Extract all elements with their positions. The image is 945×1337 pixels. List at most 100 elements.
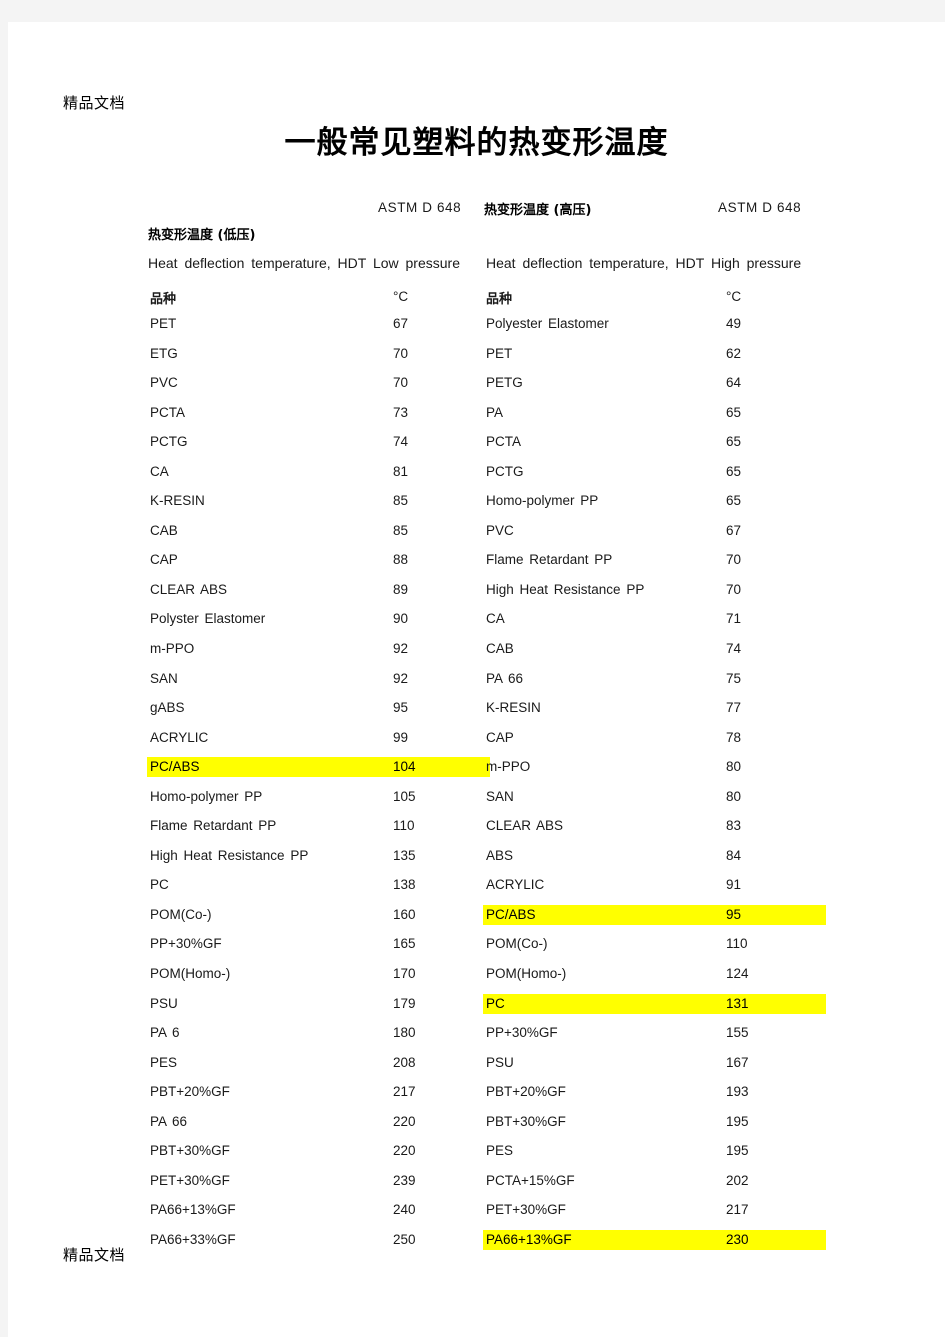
- cell-temperature-value: 92: [393, 670, 409, 686]
- cell-material-name: CA: [150, 463, 169, 479]
- astm-standard-left: ASTM D 648: [378, 200, 462, 215]
- cell-material-name: m-PPO: [486, 759, 531, 775]
- cell-material-name: PSU: [150, 995, 178, 1011]
- cell-material-name: CAB: [486, 641, 514, 657]
- cell-temperature-value: 85: [393, 493, 409, 509]
- cell-material-name: PVC: [150, 375, 178, 391]
- cell-material-name: Polyster Elastomer: [150, 611, 266, 627]
- cell-material-name: POM(Co-): [150, 906, 212, 922]
- cell-temperature-value: 85: [393, 522, 409, 538]
- watermark-top: 精品文档: [63, 94, 126, 112]
- cell-temperature-value: 74: [393, 434, 409, 450]
- column-header-left-name: 品种: [150, 292, 177, 307]
- cell-temperature-value: 70: [393, 345, 409, 361]
- cell-material-name: PC/ABS: [483, 904, 726, 925]
- cell-material-name: PCTG: [486, 463, 524, 479]
- cell-temperature-value: 70: [393, 375, 409, 391]
- cell-temperature-value: 89: [393, 581, 409, 597]
- cell-temperature-value: 180: [393, 1025, 416, 1041]
- cell-temperature-value: 220: [393, 1113, 416, 1129]
- cell-material-name: ACRYLIC: [486, 877, 545, 893]
- column-header-right-name: 品种: [486, 292, 513, 307]
- cell-temperature-value: 105: [393, 788, 416, 804]
- cell-material-name: m-PPO: [150, 641, 195, 657]
- cell-material-name: K-RESIN: [150, 493, 205, 509]
- cell-temperature-value: 80: [726, 788, 742, 804]
- cell-temperature-value: 75: [726, 670, 742, 686]
- cell-material-name: POM(Co-): [486, 936, 548, 952]
- cell-temperature-value: 67: [393, 316, 409, 331]
- cell-material-name: High Heat Resistance PP: [150, 847, 309, 863]
- cell-temperature-value: 65: [726, 493, 742, 509]
- cell-material-name: PVC: [486, 522, 514, 538]
- cell-temperature-value: 95: [393, 700, 409, 716]
- cell-temperature-value: 99: [393, 729, 409, 745]
- cell-material-name: Homo-polymer PP: [150, 788, 263, 804]
- cell-temperature-value: 220: [393, 1143, 416, 1159]
- cell-temperature-value: 124: [726, 966, 749, 982]
- header-english-high-pressure: Heat deflection temperature, HDT High pr…: [486, 255, 802, 271]
- cell-temperature-value: 95: [723, 904, 826, 925]
- cell-material-name: POM(Homo-): [150, 966, 231, 982]
- cell-temperature-value: 83: [726, 818, 742, 834]
- cell-temperature-value: 71: [726, 611, 742, 627]
- cell-temperature-value: 131: [723, 993, 826, 1014]
- cell-material-name: PET+30%GF: [150, 1172, 230, 1188]
- cell-temperature-value: 49: [726, 316, 742, 331]
- cell-material-name: CLEAR ABS: [486, 818, 564, 834]
- cell-temperature-value: 73: [393, 404, 409, 420]
- cell-material-name: CA: [486, 611, 505, 627]
- cell-temperature-value: 80: [726, 759, 742, 775]
- cell-material-name: PET: [486, 345, 513, 361]
- cell-temperature-value: 77: [726, 700, 742, 716]
- cell-material-name: gABS: [150, 700, 185, 716]
- cell-temperature-value: 104: [390, 757, 490, 778]
- cell-temperature-value: 208: [393, 1054, 416, 1070]
- cell-temperature-value: 88: [393, 552, 409, 568]
- cell-material-name: PCTA+15%GF: [486, 1172, 575, 1188]
- cell-material-name: PES: [486, 1143, 514, 1159]
- cell-temperature-value: 250: [393, 1231, 416, 1247]
- cell-temperature-value: 110: [393, 818, 415, 834]
- column-header-right-value: °C: [726, 289, 742, 304]
- cell-temperature-value: 135: [393, 847, 416, 863]
- cell-material-name: High Heat Resistance PP: [486, 581, 645, 597]
- cell-material-name: PET+30%GF: [486, 1202, 566, 1218]
- cell-temperature-value: 78: [726, 729, 742, 745]
- cell-temperature-value: 84: [726, 847, 742, 863]
- cell-temperature-value: 65: [726, 463, 742, 479]
- cell-material-name: PES: [150, 1054, 178, 1070]
- cell-material-name: PCTG: [150, 434, 188, 450]
- cell-material-name: CAB: [150, 522, 178, 538]
- cell-temperature-value: 62: [726, 345, 742, 361]
- cell-temperature-value: 74: [726, 641, 742, 657]
- cell-temperature-value: 65: [726, 404, 742, 420]
- cell-material-name: SAN: [486, 788, 514, 804]
- cell-material-name: PBT+20%GF: [486, 1084, 566, 1100]
- cell-material-name: Homo-polymer PP: [486, 493, 599, 509]
- cell-material-name: PBT+30%GF: [150, 1143, 230, 1159]
- cell-material-name: PETG: [486, 375, 523, 391]
- cell-material-name: PP+30%GF: [150, 936, 222, 952]
- cell-temperature-value: 240: [393, 1202, 416, 1218]
- cell-temperature-value: 81: [393, 463, 409, 479]
- cell-material-name: ETG: [150, 345, 178, 361]
- cell-temperature-value: 92: [393, 641, 409, 657]
- cell-material-name: ABS: [486, 847, 514, 863]
- cell-material-name: PC/ABS: [147, 757, 391, 778]
- cell-material-name: PP+30%GF: [486, 1025, 558, 1041]
- cell-material-name: CAP: [150, 552, 178, 568]
- cell-material-name: PC: [150, 877, 169, 893]
- cell-material-name: PA66+13%GF: [150, 1202, 236, 1218]
- cell-temperature-value: 217: [726, 1202, 749, 1218]
- cell-temperature-value: 195: [726, 1113, 749, 1129]
- cell-material-name: PA: [486, 404, 504, 420]
- cell-temperature-value: 193: [726, 1084, 749, 1100]
- cell-material-name: PET: [150, 316, 177, 331]
- cell-material-name: PA66+13%GF: [483, 1229, 726, 1250]
- cell-temperature-value: 217: [393, 1084, 416, 1100]
- cell-material-name: ACRYLIC: [150, 729, 209, 745]
- cell-temperature-value: 64: [726, 375, 742, 391]
- cell-material-name: SAN: [150, 670, 178, 686]
- cell-material-name: PBT+20%GF: [150, 1084, 230, 1100]
